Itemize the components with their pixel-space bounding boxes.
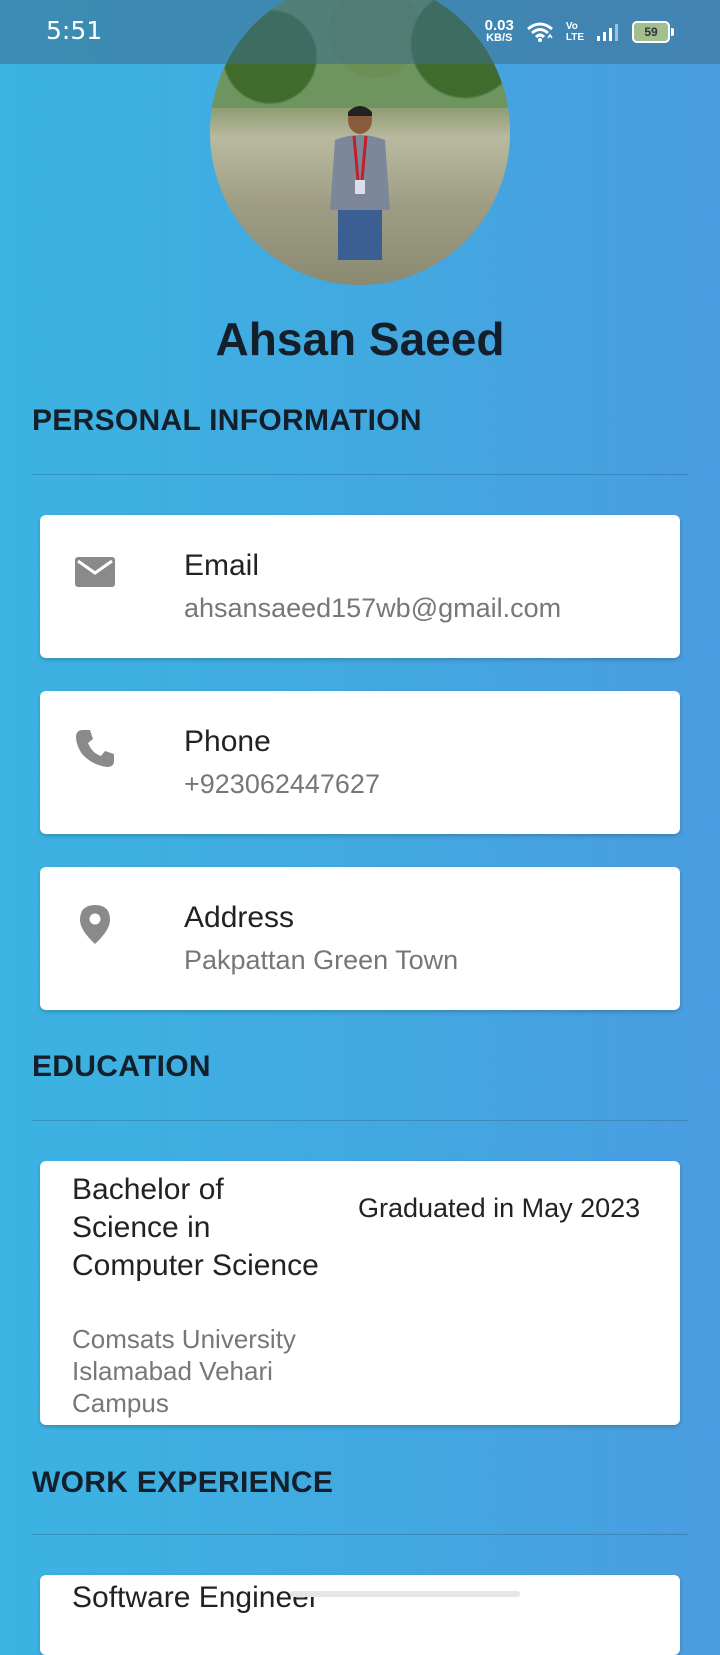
education-school: Comsats University Islamabad Vehari Camp… <box>72 1324 296 1418</box>
divider <box>32 1534 688 1535</box>
volte-top: Vo <box>565 21 578 32</box>
job-title: Software Engineer <box>72 1581 319 1614</box>
section-title-education: EDUCATION <box>32 1050 211 1083</box>
education-date: Graduated in May 2023 <box>358 1193 641 1223</box>
battery-level: 59 <box>644 25 658 39</box>
email-label: Email <box>184 549 260 582</box>
phone-icon <box>76 730 114 767</box>
education-card[interactable]: Bachelor of Science in Computer Science … <box>40 1161 680 1425</box>
education-degree: Bachelor of Science in Computer Science <box>72 1173 319 1282</box>
network-speed: 0.03 KB/S <box>484 17 514 45</box>
location-icon <box>80 905 110 944</box>
status-icons: 0.03 KB/S Vo LTE 59 <box>484 14 674 50</box>
email-card[interactable]: Email ahsansaeed157wb@gmail.com <box>40 515 680 658</box>
section-title-personal-information: PERSONAL INFORMATION <box>32 404 422 437</box>
address-card[interactable]: Address Pakpattan Green Town <box>40 867 680 1010</box>
address-label: Address <box>184 901 295 934</box>
phone-label: Phone <box>184 725 271 758</box>
divider <box>32 474 688 475</box>
email-value: ahsansaeed157wb@gmail.com <box>184 593 562 623</box>
phone-value: +923062447627 <box>184 769 380 799</box>
profile-name: Ahsan Saeed <box>215 313 505 365</box>
loading-placeholder <box>290 1591 520 1597</box>
volte-indicator: Vo LTE <box>566 21 584 43</box>
work-experience-card[interactable]: Software Engineer <box>40 1575 680 1655</box>
email-icon <box>75 557 115 587</box>
avatar-person <box>330 106 390 260</box>
divider <box>32 1120 688 1121</box>
battery-icon: 59 <box>632 21 674 43</box>
signal-icon <box>597 24 618 41</box>
network-speed-unit: KB/S <box>486 32 513 44</box>
network-speed-value: 0.03 <box>484 17 514 34</box>
status-time: 5:51 <box>46 16 103 45</box>
wifi-icon <box>526 22 553 42</box>
address-value: Pakpattan Green Town <box>184 945 459 975</box>
phone-card[interactable]: Phone +923062447627 <box>40 691 680 834</box>
status-bar: 5:51 0.03 KB/S Vo LTE 59 <box>0 0 720 64</box>
volte-bottom: LTE <box>565 32 584 43</box>
section-title-work-experience: WORK EXPERIENCE <box>32 1466 334 1499</box>
